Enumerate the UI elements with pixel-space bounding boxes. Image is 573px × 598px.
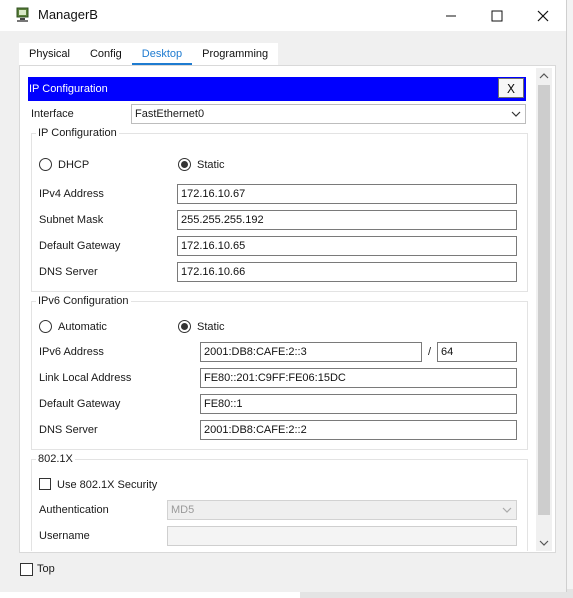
ipv6-static-label: Static <box>197 321 225 333</box>
minimize-icon <box>446 15 456 16</box>
background-app-edge <box>566 0 573 598</box>
ipv4-address-label: IPv4 Address <box>39 188 104 200</box>
ip-config-title: IP Configuration <box>29 83 108 95</box>
ipv4-static-radio[interactable] <box>178 158 191 171</box>
ipv4-gateway-field[interactable]: 172.16.10.65 <box>177 236 517 256</box>
ipv4-gateway-label: Default Gateway <box>39 240 121 252</box>
ipv6-gateway-label: Default Gateway <box>39 398 121 410</box>
dot1x-group-title: 802.1X <box>36 453 75 465</box>
ipv6-dns-field[interactable]: 2001:DB8:CAFE:2::2 <box>200 420 517 440</box>
use-8021x-label: Use 802.1X Security <box>57 479 158 491</box>
link-local-label: Link Local Address <box>39 372 132 384</box>
chevron-down-icon <box>511 111 521 117</box>
chevron-down-icon <box>502 507 512 513</box>
authentication-label: Authentication <box>39 504 109 516</box>
ipv4-static-label: Static <box>197 159 225 171</box>
scroll-down-icon[interactable] <box>539 538 549 548</box>
managerb-window: ManagerB Physical Config Desktop Program… <box>0 0 567 592</box>
title-bar[interactable]: ManagerB <box>0 0 566 31</box>
ipv6-group-title: IPv6 Configuration <box>36 295 131 307</box>
tab-config[interactable]: Config <box>79 43 132 65</box>
ipv6-address-field[interactable]: 2001:DB8:CAFE:2::3 <box>200 342 422 362</box>
ipv6-gateway-field[interactable]: FE80::1 <box>200 394 517 414</box>
pc-app-icon <box>16 7 29 22</box>
ipv6-prefix-field[interactable]: 64 <box>437 342 517 362</box>
ip-config-close-button[interactable]: X <box>498 78 524 98</box>
top-label: Top <box>37 563 55 575</box>
authentication-select[interactable]: MD5 <box>167 500 517 520</box>
link-local-field[interactable]: FE80::201:C9FF:FE06:15DC <box>200 368 517 388</box>
ipv4-dns-field[interactable]: 172.16.10.66 <box>177 262 517 282</box>
minimize-button[interactable] <box>428 0 474 31</box>
interface-value: FastEthernet0 <box>135 108 205 120</box>
interface-label: Interface <box>31 108 74 120</box>
use-8021x-checkbox[interactable] <box>39 478 51 490</box>
maximize-button[interactable] <box>474 0 520 31</box>
interface-select[interactable]: FastEthernet0 <box>131 104 526 124</box>
ipv6-dns-label: DNS Server <box>39 424 98 436</box>
ipv6-address-label: IPv6 Address <box>39 346 104 358</box>
dhcp-radio[interactable] <box>39 158 52 171</box>
username-field[interactable] <box>167 526 517 546</box>
scroll-up-icon[interactable] <box>539 71 549 81</box>
ipv6-automatic-label: Automatic <box>58 321 107 333</box>
top-checkbox[interactable] <box>20 563 33 576</box>
prefix-separator: / <box>428 346 432 358</box>
scrollbar-thumb[interactable] <box>538 85 550 515</box>
subnet-mask-label: Subnet Mask <box>39 214 104 226</box>
username-label: Username <box>39 530 90 542</box>
vertical-scrollbar[interactable] <box>536 68 552 551</box>
tab-programming[interactable]: Programming <box>192 43 279 65</box>
subnet-mask-field[interactable]: 255.255.255.192 <box>177 210 517 230</box>
ipv6-static-radio[interactable] <box>178 320 191 333</box>
ipv4-group-title: IP Configuration <box>36 127 119 139</box>
close-icon <box>537 10 549 21</box>
authentication-value: MD5 <box>171 504 195 516</box>
window-title: ManagerB <box>38 7 98 22</box>
dhcp-label: DHCP <box>58 159 90 171</box>
ipv4-dns-label: DNS Server <box>39 266 98 278</box>
ipv6-automatic-radio[interactable] <box>39 320 52 333</box>
tab-physical[interactable]: Physical <box>19 43 80 65</box>
maximize-icon <box>491 10 503 21</box>
tab-desktop[interactable]: Desktop <box>131 43 193 65</box>
tab-bar: Physical Config Desktop Programming <box>19 43 279 65</box>
close-button[interactable] <box>520 0 566 31</box>
ip-config-header: IP Configuration X <box>28 77 526 101</box>
ipv4-address-field[interactable]: 172.16.10.67 <box>177 184 517 204</box>
